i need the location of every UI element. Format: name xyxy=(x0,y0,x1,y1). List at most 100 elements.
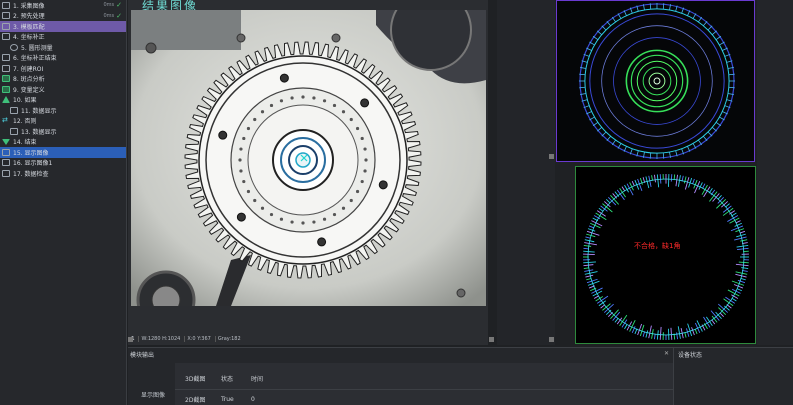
status-gray: Gray:182 xyxy=(214,336,241,342)
gear-pin xyxy=(260,110,265,114)
edge-tooth xyxy=(579,73,586,76)
tree-node[interactable]: 2. 预先处理 0ms ✓ xyxy=(0,11,126,22)
tree-node-label: 2. 预先处理 xyxy=(13,13,45,21)
output-data-row[interactable]: 2D截图 True 0 xyxy=(185,394,281,404)
polar-tick xyxy=(610,195,620,205)
polar-tick xyxy=(645,330,649,338)
edge-tooth xyxy=(606,20,611,27)
polar-tick xyxy=(585,274,594,278)
polar-tick xyxy=(740,230,746,234)
tree-node[interactable]: 10. 如果 xyxy=(0,95,126,106)
polar-tick xyxy=(587,228,596,232)
polar-tick xyxy=(593,295,599,299)
edge-tooth xyxy=(579,86,586,89)
polar-tick xyxy=(598,207,604,212)
gear-bolt-hole xyxy=(218,130,228,140)
view-corner-handle[interactable] xyxy=(489,337,494,342)
tree-node-label: 5. 圆形测量 xyxy=(21,44,53,52)
polar-tick xyxy=(624,324,628,330)
polar-tick xyxy=(654,174,656,183)
gear-photo[interactable] xyxy=(131,10,486,306)
view-corner-handle[interactable] xyxy=(549,337,554,342)
polar-tick xyxy=(725,203,730,208)
gear-pin xyxy=(355,189,360,194)
tree-node[interactable]: 6. 坐标补正结束 xyxy=(0,53,126,64)
polar-tick xyxy=(737,288,743,292)
view-gutter xyxy=(497,0,555,345)
polar-tick xyxy=(626,183,634,196)
tree-node[interactable]: 3. 模板匹配 xyxy=(0,21,126,32)
polar-tick xyxy=(734,236,747,241)
edge-tooth xyxy=(649,152,652,159)
tree-node[interactable]: 9. 变量定义 xyxy=(0,84,126,95)
tree-node-label: 1. 采集图像 xyxy=(13,2,45,10)
polar-tick xyxy=(610,309,619,319)
polar-tick xyxy=(659,326,662,340)
gear-pin xyxy=(312,96,316,100)
polar-tick xyxy=(677,326,681,339)
edge-tooth xyxy=(662,3,665,10)
view-corner-handle[interactable] xyxy=(549,154,554,159)
polar-tick xyxy=(656,174,660,188)
edge-tooth xyxy=(703,20,708,27)
gear-pin xyxy=(360,179,364,184)
polar-tick xyxy=(735,273,747,278)
tree-node[interactable]: 11. 数据显示 xyxy=(0,105,126,116)
tree-node[interactable]: 16. 显示图像1 xyxy=(0,158,126,169)
tree-node-label: 13. 数据显示 xyxy=(21,128,57,136)
camera-icon xyxy=(2,1,10,9)
tree-node-time: 0ms xyxy=(103,2,115,9)
tree-node-label: 3. 模板匹配 xyxy=(13,23,45,31)
tree-node[interactable]: 17. 数据检查 xyxy=(0,168,126,179)
gear-pin xyxy=(279,99,284,103)
gear-pin xyxy=(341,206,346,210)
polar-ring xyxy=(583,174,749,340)
tree-node[interactable]: 4. 坐标补正 xyxy=(0,32,126,43)
circle-measure-icon xyxy=(10,43,18,51)
result-image-view[interactable]: 结果图像 1 W:1280 H:1024 X:0 Y:3 xyxy=(128,0,488,345)
gear-pin xyxy=(253,198,257,203)
output-cell: True xyxy=(221,395,234,403)
gear-pin xyxy=(301,221,305,225)
polar-tick xyxy=(683,176,687,184)
module-output-panel: 模块输出 ✕ 显示图像 3D截图 状态 时间 2D截图 True 0 xyxy=(128,347,673,405)
tree-node[interactable]: 14. 结束 xyxy=(0,137,126,148)
edge-ring xyxy=(630,54,684,108)
tree-node-label: 12. 否则 xyxy=(13,118,37,126)
polar-tick xyxy=(670,327,673,340)
gear-pin xyxy=(242,179,246,184)
data-display-icon xyxy=(10,106,18,114)
polar-tick xyxy=(711,319,716,325)
tree-node[interactable]: 8. 斑点分析 xyxy=(0,74,126,85)
view-corner-handle[interactable] xyxy=(128,337,133,342)
tree-node[interactable]: 7. 创建ROI xyxy=(0,63,126,74)
polar-tick xyxy=(717,195,722,200)
polar-tick xyxy=(629,319,636,332)
tree-node[interactable]: 15. 显示图像 xyxy=(0,147,126,158)
polar-tick xyxy=(737,279,746,284)
polar-image-view[interactable]: 不合格，缺1角 xyxy=(575,166,756,344)
tree-node[interactable]: 5. 圆形测量 xyxy=(0,42,126,53)
gear-pin xyxy=(364,158,368,162)
bolt-hole xyxy=(236,33,246,43)
tree-node[interactable]: 1. 采集图像 0ms ✓ xyxy=(0,0,126,11)
variable-icon xyxy=(2,85,10,93)
output-header-cell: 状态 xyxy=(221,375,234,383)
edge-image-view[interactable] xyxy=(556,0,755,162)
polar-tick xyxy=(736,245,749,248)
tree-node[interactable]: ⇄ 12. 否则 xyxy=(0,116,126,127)
polar-tick xyxy=(585,236,591,239)
polar-tick xyxy=(586,277,592,281)
gear-pin xyxy=(269,212,274,217)
close-icon[interactable]: ✕ xyxy=(664,350,669,357)
edge-tooth xyxy=(728,73,735,76)
status-coords: X:0 Y:367 xyxy=(184,336,211,342)
tree-node[interactable]: 13. 数据显示 xyxy=(0,126,126,137)
gear-pin xyxy=(312,220,316,224)
polar-tick xyxy=(716,199,727,209)
polar-tick xyxy=(734,222,743,227)
else-icon: ⇄ xyxy=(2,116,8,125)
data-check-icon xyxy=(2,169,10,177)
edge-ring xyxy=(601,25,713,137)
tree-node-label: 6. 坐标补正结束 xyxy=(13,55,57,63)
